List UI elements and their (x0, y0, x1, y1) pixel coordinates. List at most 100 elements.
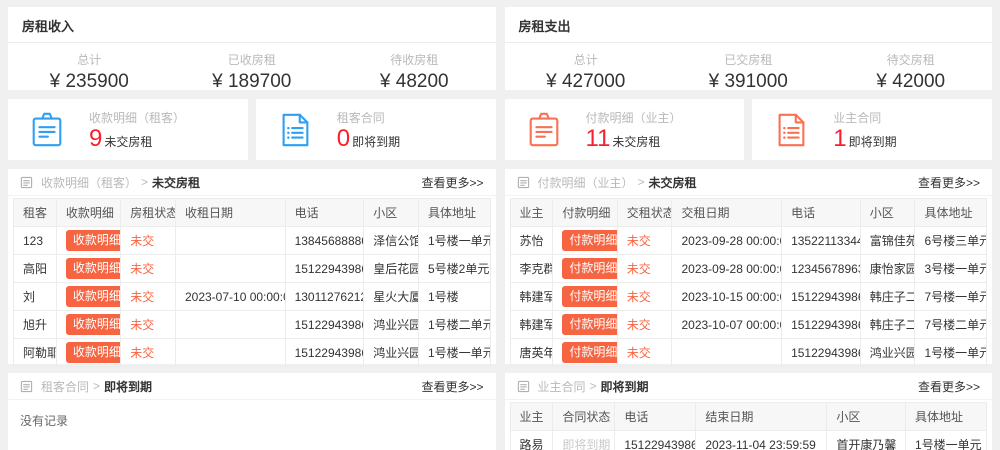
column-header: 小区 (827, 403, 906, 431)
empty-message: 没有记录 (8, 400, 496, 441)
owner-table: 业主付款明细交租状态交租日期电话小区具体地址 苏怡付款明细未交2023-09-2… (510, 198, 988, 367)
table-row: 刘收款明细未交2023-07-10 00:00:0013011276212星火大… (14, 283, 491, 311)
breadcrumb-current: 即将到期 (601, 378, 649, 395)
owner-contract-panel: 业主合同 > 即将到期 查看更多>> 业主合同状态电话结束日期小区具体地址 路易… (505, 373, 993, 450)
tenant-contract-panel: 租客合同 > 即将到期 查看更多>> 没有记录 (8, 373, 496, 450)
view-more-link[interactable]: 查看更多>> (421, 174, 483, 191)
stat-value: ¥ 235900 (8, 71, 171, 93)
detail-button[interactable]: 付款明细 (562, 258, 617, 278)
card-payment-details[interactable]: 付款明细（业主） 11 未交房租 (505, 99, 745, 160)
owner-table-header: 付款明细（业主） > 未交房租 查看更多>> (505, 169, 993, 196)
table-row: 苏怡付款明细未交2023-09-28 00:00:0013522113344富锦… (510, 227, 987, 255)
table-cell: 1号楼一单元 (418, 339, 490, 367)
income-column: 房租收入 总计 ¥ 235900 已收房租 ¥ 189700 待收房租 ¥ 48… (8, 7, 496, 450)
card-line: 0 即将到期 (337, 127, 400, 151)
table-cell: 路易 (510, 431, 553, 450)
card-text: 收款明细（租客） 9 未交房租 (89, 109, 185, 151)
column-header: 业主 (510, 199, 553, 227)
detail-button[interactable]: 收款明细 (66, 286, 121, 306)
stat-label: 已交房租 (667, 51, 830, 68)
table-cell: 首开康乃馨 (827, 431, 906, 450)
contract-icon (276, 111, 314, 149)
table-cell: 15122943986 (285, 311, 364, 339)
table-cell: 收款明细 (56, 283, 120, 311)
stat-label: 待收房租 (333, 51, 496, 68)
view-more-link[interactable]: 查看更多>> (918, 174, 980, 191)
table-cell: 未交 (121, 255, 176, 283)
stat-value: ¥ 391000 (667, 71, 830, 93)
detail-button[interactable]: 收款明细 (66, 230, 121, 250)
column-header: 交租日期 (672, 199, 782, 227)
table-cell (175, 227, 285, 255)
table-cell: 刘 (14, 283, 57, 311)
breadcrumb-category: 收款明细（租客） (41, 174, 137, 191)
table-cell: 未交 (617, 227, 672, 255)
table-row: 韩建军付款明细未交2023-10-07 00:00:0015122943986韩… (510, 311, 987, 339)
card-text: 租客合同 0 即将到期 (337, 109, 400, 151)
expense-summary-panel: 房租支出 总计 ¥ 427000 已交房租 ¥ 391000 待交房租 ¥ 42… (505, 7, 993, 90)
card-collection-details[interactable]: 收款明细（租客） 9 未交房租 (8, 99, 248, 160)
table-cell: 收款明细 (56, 311, 120, 339)
card-text: 付款明细（业主） 11 未交房租 (586, 109, 682, 151)
table-cell: 李克群 (510, 255, 553, 283)
clipboard-icon (525, 111, 563, 149)
table-cell: 未交 (121, 283, 176, 311)
column-header: 收款明细 (56, 199, 120, 227)
column-header: 具体地址 (905, 403, 986, 431)
table-cell: 富锦佳苑 (860, 227, 915, 255)
table-cell: 未交 (617, 339, 672, 367)
card-tenant-contracts[interactable]: 租客合同 0 即将到期 (256, 99, 496, 160)
tenant-table-panel: 收款明细（租客） > 未交房租 查看更多>> 租客收款明细房租状态收租日期电话小… (8, 169, 496, 364)
table-cell: 5号楼2单元 (418, 255, 490, 283)
table-row: 唐英年付款明细未交15122943986鸿业兴园1号楼一单元 (510, 339, 987, 367)
table-cell: 1号楼一单元 (418, 227, 490, 255)
table-cell: 1号楼 (418, 283, 490, 311)
table-cell: 未交 (121, 339, 176, 367)
contract-icon (772, 111, 810, 149)
table-cell: 未交 (121, 227, 176, 255)
detail-button[interactable]: 付款明细 (562, 286, 617, 306)
stat-total: 总计 ¥ 235900 (8, 43, 171, 93)
card-count: 11 (586, 127, 611, 151)
column-header: 交租状态 (617, 199, 672, 227)
stat-label: 已收房租 (171, 51, 334, 68)
card-label: 未交房租 (104, 133, 152, 150)
table-cell: 付款明细 (553, 311, 617, 339)
table-cell: 鸿业兴园 (364, 311, 419, 339)
stat-value: ¥ 42000 (830, 71, 993, 93)
list-icon (20, 380, 33, 393)
column-header: 收租日期 (175, 199, 285, 227)
table-cell: 鸿业兴园 (860, 339, 915, 367)
table-cell: 收款明细 (56, 255, 120, 283)
stat-received: 已收房租 ¥ 189700 (171, 43, 334, 93)
card-owner-contracts[interactable]: 业主合同 1 即将到期 (752, 99, 992, 160)
table-cell: 13845688880 (285, 227, 364, 255)
table-row: 阿勒耶收款明细未交15122943986鸿业兴园1号楼一单元 (14, 339, 491, 367)
card-count: 9 (89, 127, 102, 151)
card-label: 未交房租 (612, 133, 660, 150)
table-cell: 2023-10-15 00:00:00 (672, 283, 782, 311)
detail-button[interactable]: 付款明细 (562, 314, 617, 334)
table-cell: 13522113344 (782, 227, 861, 255)
table-cell: 付款明细 (553, 227, 617, 255)
table-row: 旭升收款明细未交15122943986鸿业兴园1号楼二单元 (14, 311, 491, 339)
income-panel-title: 房租收入 (8, 7, 496, 43)
detail-button[interactable]: 收款明细 (66, 258, 121, 278)
view-more-link[interactable]: 查看更多>> (421, 378, 483, 395)
view-more-link[interactable]: 查看更多>> (918, 378, 980, 395)
detail-button[interactable]: 付款明细 (562, 230, 617, 250)
stat-value: ¥ 48200 (333, 71, 496, 93)
table-cell: 1号楼一单元 (915, 339, 987, 367)
stat-label: 总计 (8, 51, 171, 68)
breadcrumb-current: 即将到期 (104, 378, 152, 395)
table-cell: 韩建军 (510, 283, 553, 311)
table-cell: 皇后花园 (364, 255, 419, 283)
table-cell (175, 255, 285, 283)
detail-button[interactable]: 付款明细 (562, 342, 617, 362)
expense-stats: 总计 ¥ 427000 已交房租 ¥ 391000 待交房租 ¥ 42000 (505, 43, 993, 93)
tenant-contract-header: 租客合同 > 即将到期 查看更多>> (8, 373, 496, 400)
card-label: 即将到期 (849, 133, 897, 150)
detail-button[interactable]: 收款明细 (66, 314, 121, 334)
table-header-row: 租客收款明细房租状态收租日期电话小区具体地址 (14, 199, 491, 227)
detail-button[interactable]: 收款明细 (66, 342, 121, 362)
